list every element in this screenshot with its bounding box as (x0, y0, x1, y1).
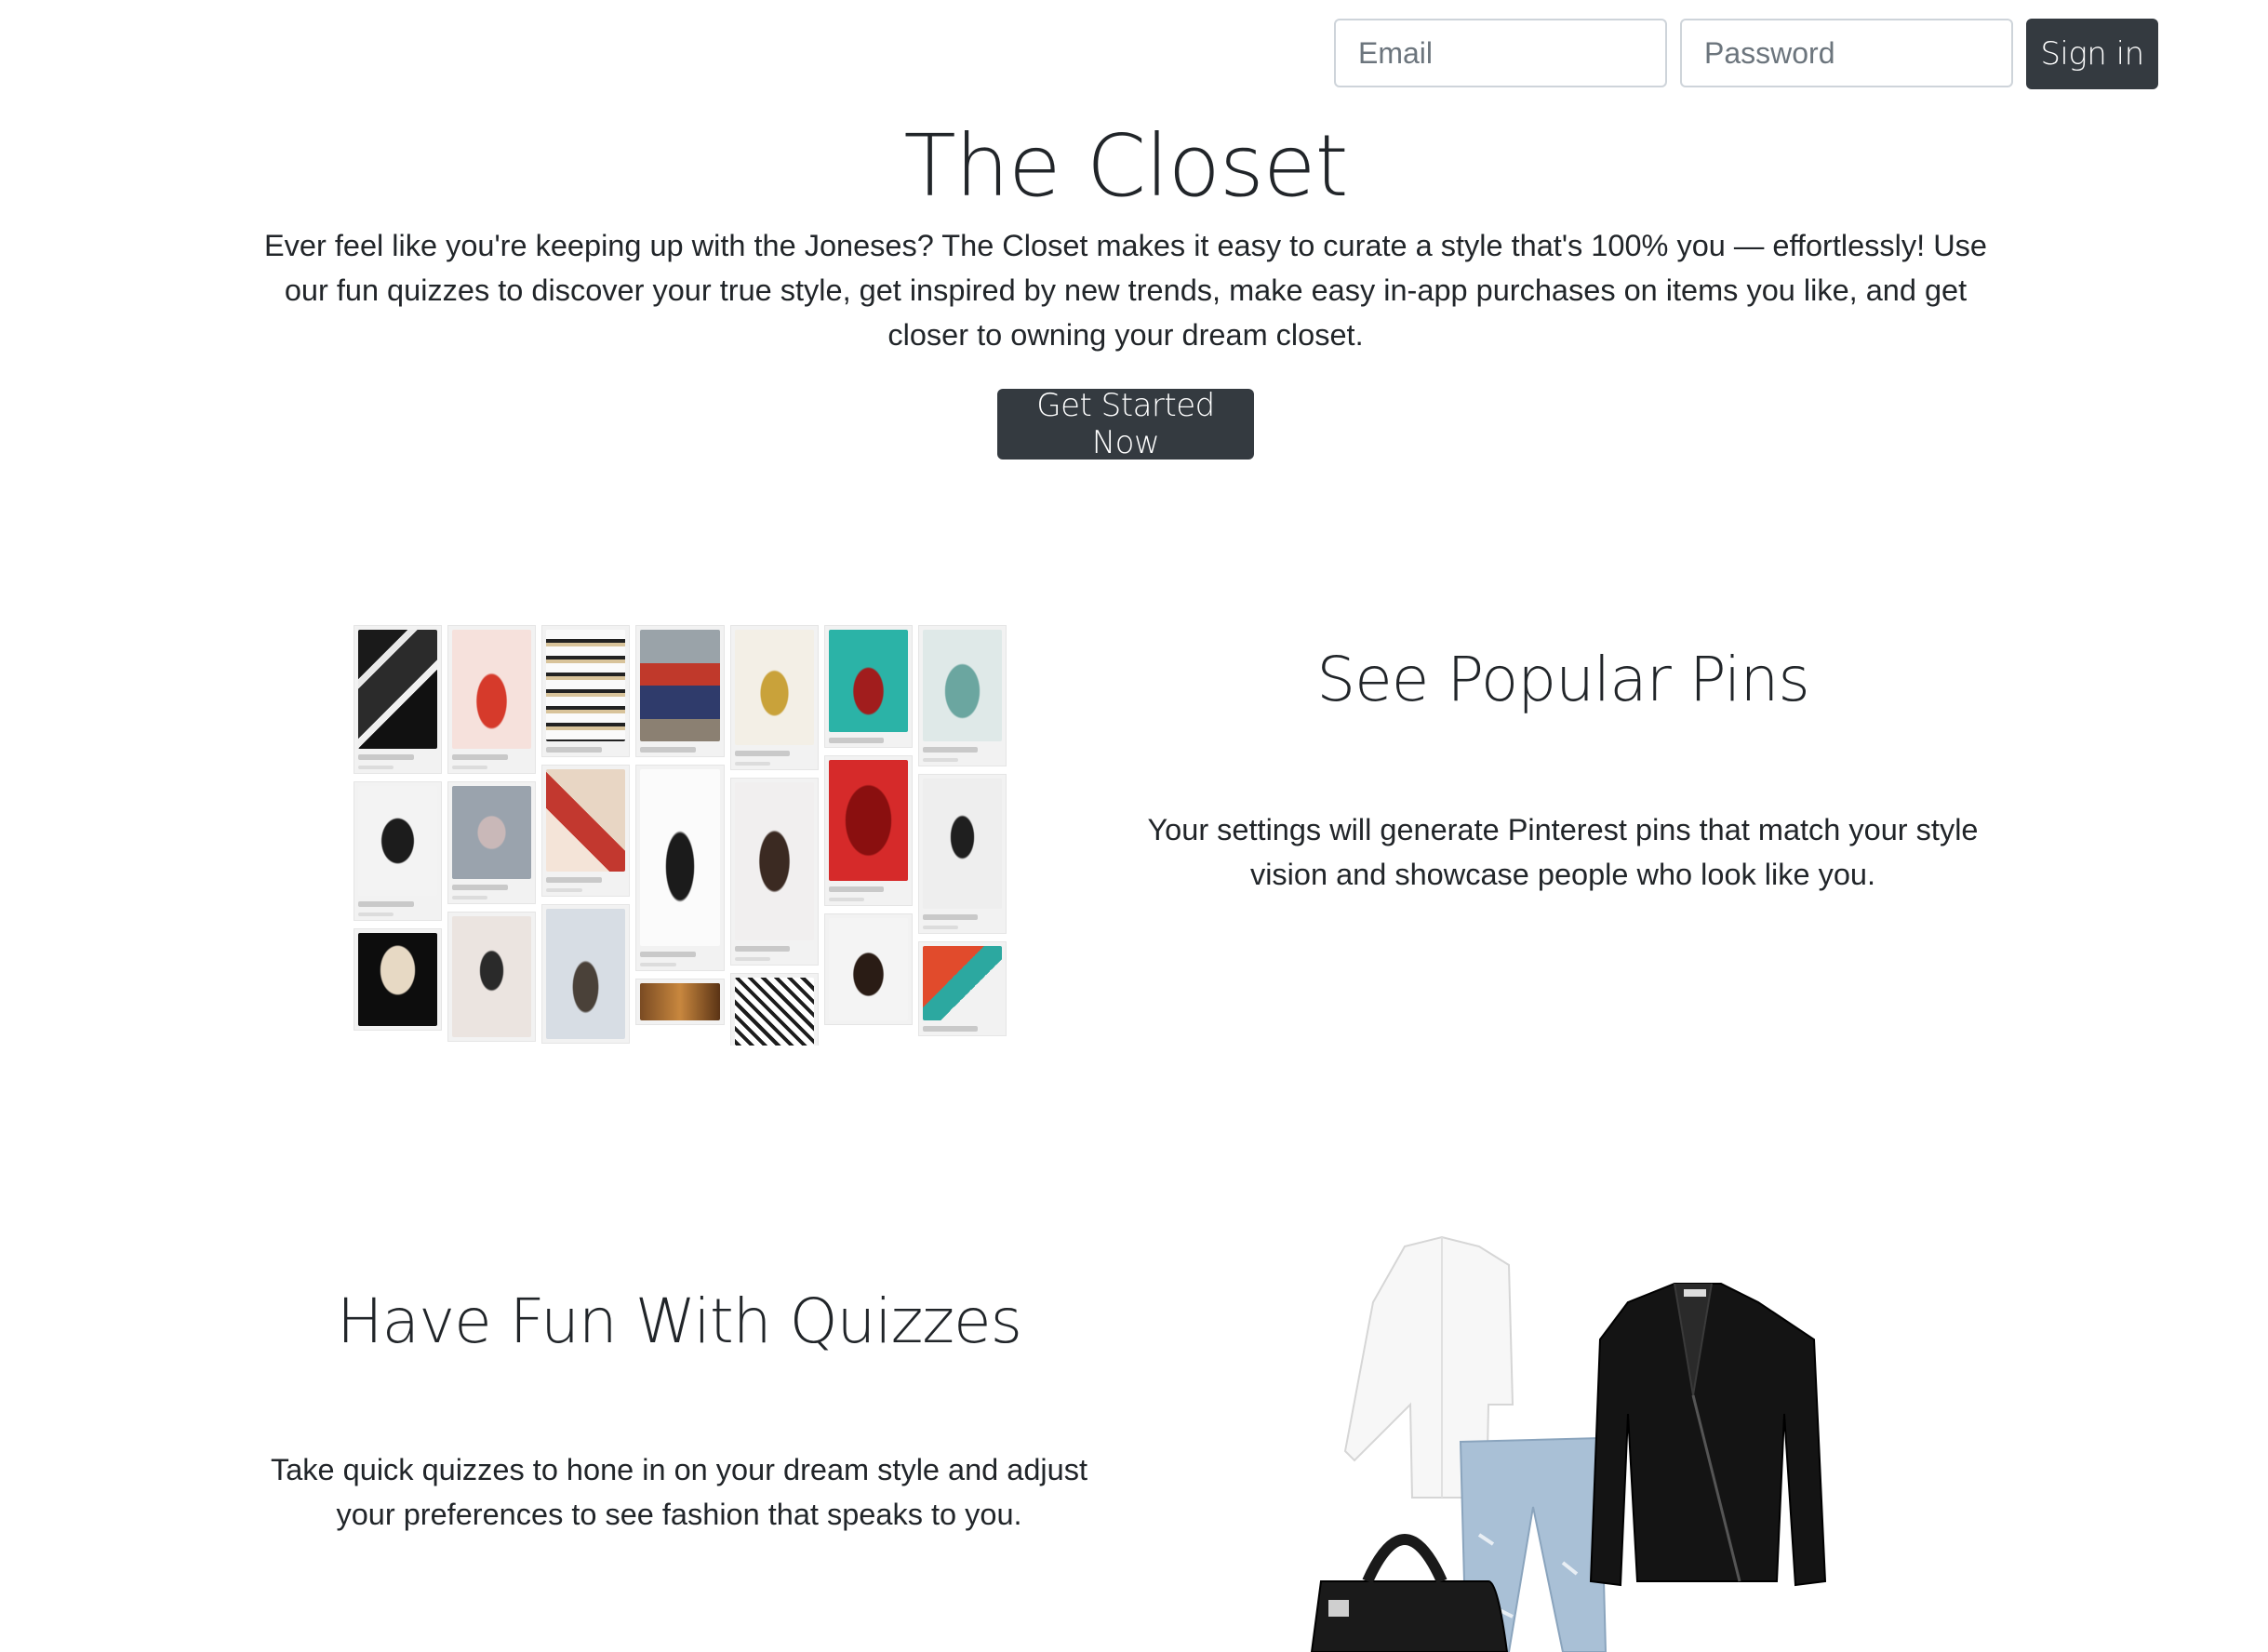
password-input[interactable] (1680, 19, 2013, 87)
email-input[interactable] (1334, 19, 1667, 87)
outfit-illustration (1310, 1235, 1827, 1652)
get-started-button[interactable]: Get Started Now (997, 387, 1254, 461)
quizzes-description: Take quick quizzes to hone in on your dr… (270, 1453, 1087, 1531)
popular-pins-description: Your settings will generate Pinterest pi… (1147, 813, 1979, 891)
hero-description: Ever feel like you're keeping up with th… (264, 229, 1988, 352)
popular-pins-heading: See Popular Pins (1316, 644, 1809, 715)
sign-in-button[interactable]: Sign in (2026, 19, 2158, 89)
outfit-collage-image (1293, 1228, 1833, 1652)
page-title: The Closet (903, 116, 1348, 216)
pinterest-pins-collage-image (354, 625, 1007, 1046)
quizzes-heading: Have Fun With Quizzes (337, 1286, 1022, 1357)
